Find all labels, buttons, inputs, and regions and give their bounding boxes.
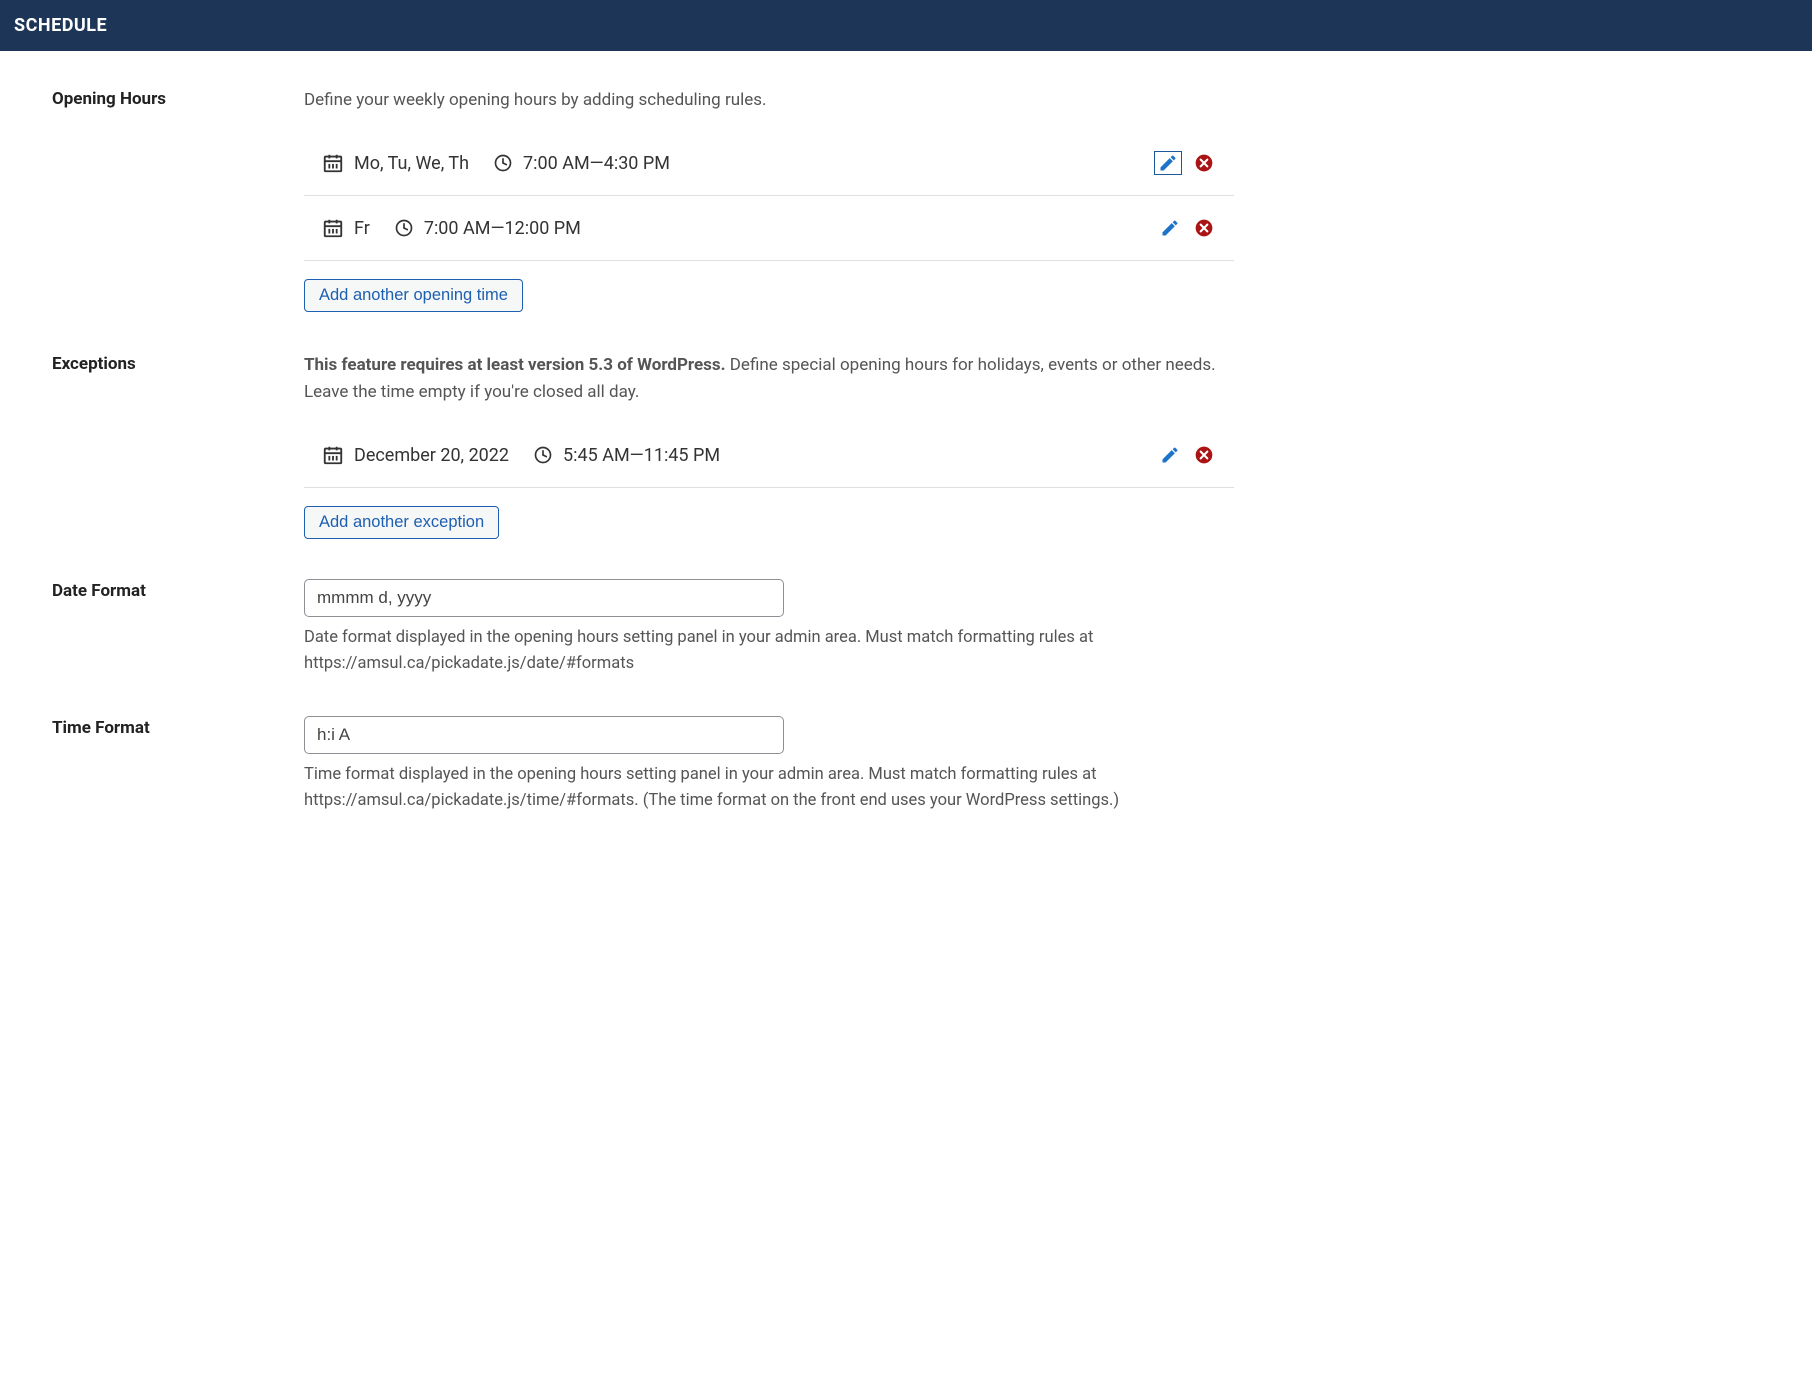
calendar-icon bbox=[322, 217, 344, 239]
delete-rule-button[interactable] bbox=[1192, 216, 1216, 240]
opening-rule-row: Fr 7:00 AM—12:00 PM bbox=[304, 196, 1234, 261]
clock-icon bbox=[533, 445, 553, 465]
opening-rule-row: Mo, Tu, We, Th 7:00 AM—4:30 PM bbox=[304, 131, 1234, 196]
opening-hours-section: Opening Hours Define your weekly opening… bbox=[52, 87, 1792, 312]
date-format-label: Date Format bbox=[52, 579, 304, 601]
add-exception-button[interactable]: Add another exception bbox=[304, 506, 499, 539]
calendar-icon bbox=[322, 444, 344, 466]
time-format-section: Time Format Time format displayed in the… bbox=[52, 716, 1792, 813]
opening-hours-label: Opening Hours bbox=[52, 87, 304, 109]
delete-icon bbox=[1194, 153, 1214, 173]
pencil-icon bbox=[1160, 218, 1180, 238]
exception-rule-date: December 20, 2022 bbox=[354, 445, 509, 466]
pencil-icon bbox=[1160, 445, 1180, 465]
opening-hours-description: Define your weekly opening hours by addi… bbox=[304, 87, 1234, 113]
exceptions-note-bold: This feature requires at least version 5… bbox=[304, 355, 726, 375]
exception-rule-row: December 20, 2022 5:45 AM—11:45 PM bbox=[304, 423, 1234, 488]
delete-rule-button[interactable] bbox=[1192, 151, 1216, 175]
edit-rule-button[interactable] bbox=[1154, 151, 1182, 175]
clock-icon bbox=[394, 218, 414, 238]
time-format-help: Time format displayed in the opening hou… bbox=[304, 762, 1234, 813]
delete-rule-button[interactable] bbox=[1192, 443, 1216, 467]
time-format-input[interactable] bbox=[304, 716, 784, 754]
exceptions-section: Exceptions This feature requires at leas… bbox=[52, 352, 1792, 539]
opening-rule-time: 7:00 AM—12:00 PM bbox=[424, 218, 581, 239]
date-format-input[interactable] bbox=[304, 579, 784, 617]
opening-rule-days: Mo, Tu, We, Th bbox=[354, 153, 469, 174]
section-title: SCHEDULE bbox=[14, 15, 1798, 36]
delete-icon bbox=[1194, 445, 1214, 465]
pencil-icon bbox=[1158, 153, 1178, 173]
date-format-section: Date Format Date format displayed in the… bbox=[52, 579, 1792, 676]
exception-rule-time: 5:45 AM—11:45 PM bbox=[563, 445, 720, 466]
section-header: SCHEDULE bbox=[0, 0, 1812, 51]
calendar-icon bbox=[322, 152, 344, 174]
add-opening-time-button[interactable]: Add another opening time bbox=[304, 279, 523, 312]
opening-rule-time: 7:00 AM—4:30 PM bbox=[523, 153, 670, 174]
edit-rule-button[interactable] bbox=[1158, 216, 1182, 240]
time-format-label: Time Format bbox=[52, 716, 304, 738]
exceptions-description: This feature requires at least version 5… bbox=[304, 352, 1234, 405]
delete-icon bbox=[1194, 218, 1214, 238]
date-format-help: Date format displayed in the opening hou… bbox=[304, 625, 1234, 676]
opening-rule-days: Fr bbox=[354, 218, 370, 239]
exceptions-label: Exceptions bbox=[52, 352, 304, 374]
edit-rule-button[interactable] bbox=[1158, 443, 1182, 467]
clock-icon bbox=[493, 153, 513, 173]
